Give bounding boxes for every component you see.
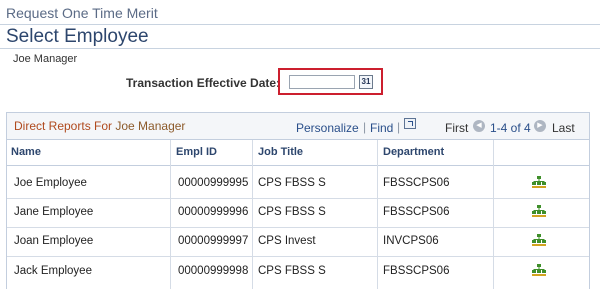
row-empl-id: 00000999996 <box>178 206 249 218</box>
column-divider <box>493 140 494 289</box>
page-title: Select Employee <box>6 26 149 47</box>
row-name: Jack Employee <box>14 265 92 277</box>
manager-name: Joe Manager <box>13 53 78 65</box>
personalize-link[interactable]: Personalize <box>296 121 359 135</box>
column-header-name[interactable]: Name <box>11 146 41 158</box>
previous-arrow-icon[interactable]: ◀ <box>473 120 485 132</box>
transaction-date-label: Transaction Effective Date: <box>126 76 281 90</box>
column-divider <box>170 140 171 289</box>
row-job-title: CPS FBSS S <box>258 265 326 277</box>
org-chart-icon[interactable] <box>532 205 546 218</box>
row-department: FBSSCPS06 <box>383 177 450 189</box>
transaction-date-input[interactable] <box>289 75 355 89</box>
first-label[interactable]: First <box>445 121 468 135</box>
row-empl-id: 00000999995 <box>178 177 249 189</box>
org-chart-icon[interactable] <box>532 234 546 247</box>
next-arrow-icon[interactable]: ▶ <box>534 120 546 132</box>
org-chart-icon[interactable] <box>532 176 546 189</box>
title-divider <box>0 24 600 25</box>
row-job-title: CPS FBSS S <box>258 177 326 189</box>
row-empl-id: 00000999998 <box>178 265 249 277</box>
org-chart-icon[interactable] <box>532 264 546 277</box>
column-divider <box>377 140 378 289</box>
toolbar-separator: | <box>397 120 401 134</box>
column-header-job-title[interactable]: Job Title <box>258 146 303 158</box>
row-name: Joe Employee <box>14 177 87 189</box>
row-empl-id: 00000999997 <box>178 235 249 247</box>
row-name: Jane Employee <box>14 206 94 218</box>
range-label: 1-4 of 4 <box>490 121 531 135</box>
header-divider <box>0 48 600 49</box>
calendar-icon[interactable]: 31 <box>359 75 373 89</box>
view-all-icon[interactable] <box>404 118 416 129</box>
column-divider <box>252 140 253 289</box>
row-divider <box>7 227 589 228</box>
row-divider <box>7 256 589 257</box>
grid-title-prefix: Direct Reports For <box>14 119 113 133</box>
row-department: FBSSCPS06 <box>383 265 450 277</box>
toolbar-separator: | <box>363 120 367 134</box>
row-job-title: CPS FBSS S <box>258 206 326 218</box>
column-header-empl-id[interactable]: Empl ID <box>176 146 217 158</box>
row-name: Joan Employee <box>14 235 94 247</box>
grid-title: Direct Reports For Joe Manager <box>14 119 185 133</box>
find-link[interactable]: Find <box>370 121 393 135</box>
row-department: FBSSCPS06 <box>383 206 450 218</box>
row-department: INVCPS06 <box>383 235 439 247</box>
row-divider <box>7 198 589 199</box>
pagelet-title: Request One Time Merit <box>6 5 158 21</box>
column-header-department[interactable]: Department <box>383 146 444 158</box>
grid-title-manager: Joe Manager <box>115 119 186 133</box>
last-label[interactable]: Last <box>552 121 575 135</box>
row-job-title: CPS Invest <box>258 235 316 247</box>
